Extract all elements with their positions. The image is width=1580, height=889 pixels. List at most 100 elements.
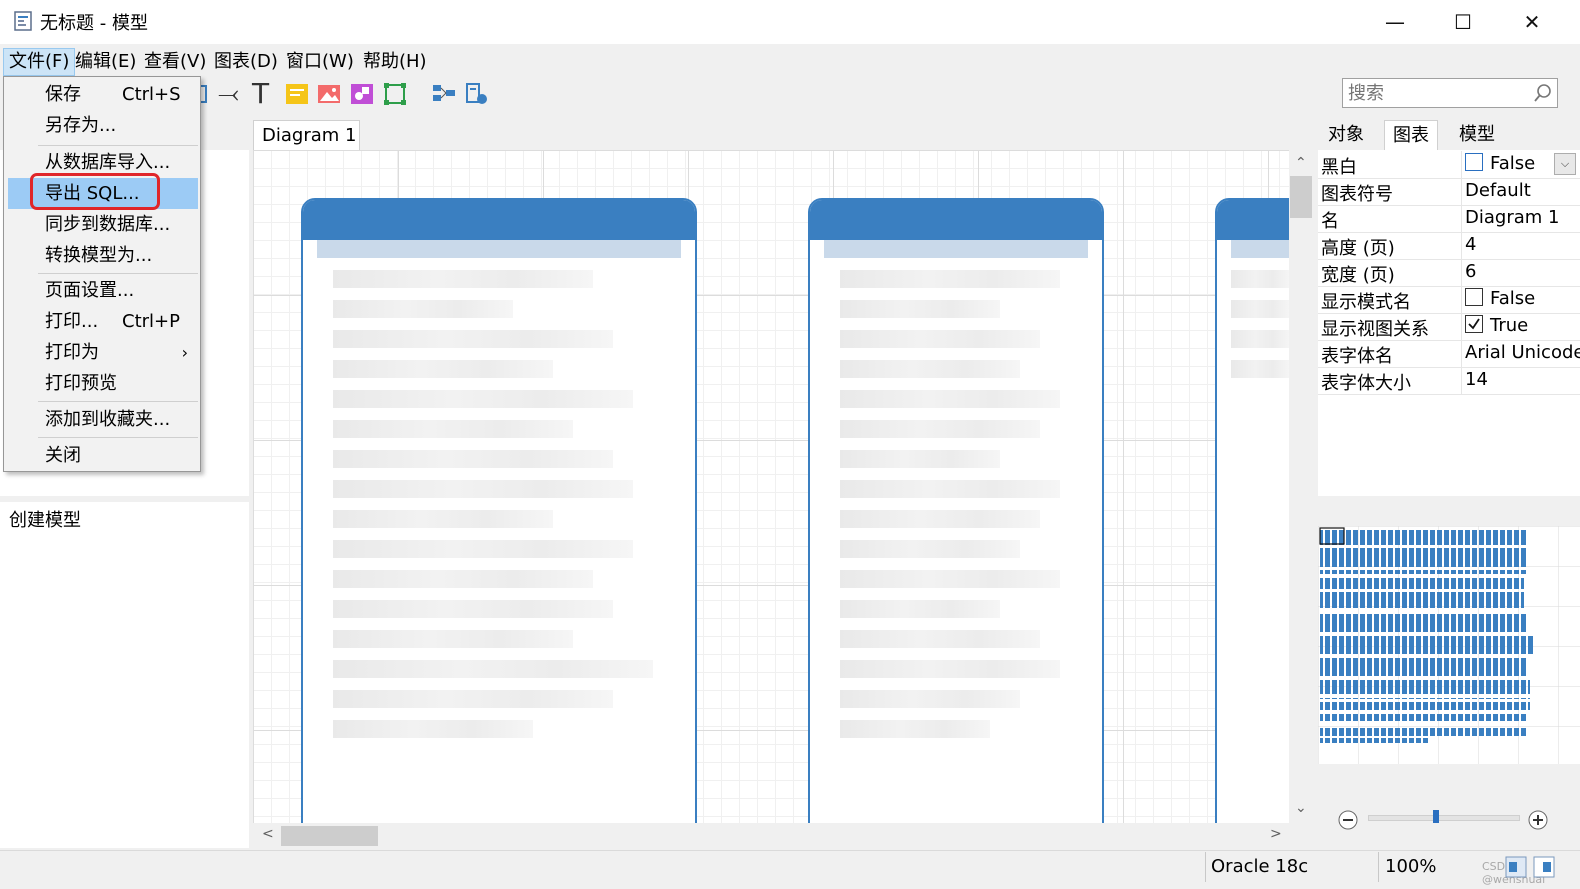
entity-card[interactable] — [301, 198, 697, 823]
menu-edit[interactable]: 编辑(E) — [70, 48, 141, 76]
menu-item-label: 转换模型为... — [45, 245, 153, 266]
image-icon[interactable] — [317, 82, 341, 106]
info-panel-label: 创建模型 — [9, 510, 81, 531]
scroll-left-icon[interactable]: < — [262, 826, 274, 842]
dropdown-icon[interactable]: ⌵ — [1554, 153, 1576, 175]
entity-field — [1231, 300, 1289, 318]
property-value: False — [1490, 153, 1536, 174]
property-row[interactable]: 高度 (页) 4 — [1318, 232, 1580, 260]
search-box[interactable] — [1342, 78, 1558, 108]
entity-field — [333, 630, 573, 648]
property-row[interactable]: 显示模式名 False — [1318, 286, 1580, 314]
menu-item-label: 打印为 — [45, 342, 99, 363]
zoom-in-icon[interactable] — [1528, 810, 1548, 830]
entity-field — [840, 450, 1000, 468]
layer-icon[interactable] — [383, 82, 407, 106]
zoom-slider-thumb[interactable] — [1433, 810, 1439, 823]
property-row[interactable]: 宽度 (页) 6 — [1318, 259, 1580, 287]
menu-item-convert-model[interactable]: 转换模型为... — [8, 240, 198, 271]
entity-field — [840, 510, 1040, 528]
auto-layout-icon[interactable] — [432, 82, 456, 106]
vertical-scrollbar[interactable] — [1289, 150, 1314, 823]
menu-item-save-as[interactable]: 另存为... — [8, 110, 198, 141]
property-row[interactable]: 名 Diagram 1 — [1318, 205, 1580, 233]
checkbox-unchecked[interactable] — [1465, 153, 1483, 171]
diagram-canvas[interactable] — [253, 150, 1289, 823]
menu-help[interactable]: 帮助(H) — [358, 48, 432, 76]
property-row[interactable]: 黑白 False ⌵ — [1318, 151, 1580, 179]
entity-field — [333, 660, 653, 678]
menu-window[interactable]: 窗口(W) — [281, 48, 359, 76]
property-value: 4 — [1465, 234, 1477, 255]
search-input[interactable] — [1346, 79, 1530, 107]
scroll-up-icon[interactable]: ⌃ — [1295, 155, 1307, 171]
submenu-arrow-icon: › — [181, 343, 188, 362]
maximize-button[interactable]: ☐ — [1428, 0, 1498, 44]
horizontal-scroll-thumb[interactable] — [281, 826, 378, 846]
tab-model[interactable]: 模型 — [1451, 120, 1503, 151]
tab-objects[interactable]: 对象 — [1320, 120, 1372, 151]
overview-minimap[interactable] — [1318, 526, 1580, 764]
property-row[interactable]: 表字体大小 14 — [1318, 367, 1580, 395]
minimize-button[interactable]: — — [1360, 0, 1430, 44]
scroll-down-icon[interactable]: ⌄ — [1295, 800, 1307, 816]
zoom-slider[interactable] — [1368, 815, 1520, 821]
entity-card[interactable] — [1215, 198, 1289, 823]
entity-field — [1231, 330, 1289, 348]
view-mode-alt-icon[interactable] — [1533, 856, 1555, 878]
menu-item-page-setup[interactable]: 页面设置... — [8, 275, 198, 306]
status-separator — [1205, 852, 1206, 882]
property-name: 宽度 (页) — [1321, 265, 1395, 286]
menu-item-print-preview[interactable]: 打印预览 — [8, 368, 198, 399]
note-icon[interactable] — [285, 82, 309, 106]
title-bar — [0, 0, 1580, 44]
minimize-icon: — — [1385, 10, 1405, 34]
menu-item-save[interactable]: 保存 Ctrl+S — [8, 79, 198, 110]
menu-item-print-as[interactable]: 打印为 › — [8, 337, 198, 368]
entity-card[interactable] — [808, 198, 1104, 823]
entity-field — [840, 570, 1060, 588]
search-icon[interactable] — [1533, 83, 1553, 103]
property-row[interactable]: 图表符号 Default — [1318, 178, 1580, 206]
view-mode-icon[interactable] — [1505, 856, 1527, 878]
zoom-out-icon[interactable] — [1338, 810, 1358, 830]
menu-item-print[interactable]: 打印... Ctrl+P — [8, 306, 198, 337]
property-row[interactable]: 表字体名 Arial Unicode MS — [1318, 340, 1580, 368]
menu-item-label: 保存 — [45, 84, 81, 105]
entity-field — [333, 360, 553, 378]
property-name: 图表符号 — [1321, 184, 1393, 205]
entity-field — [840, 270, 1060, 288]
shape-icon[interactable] — [350, 82, 374, 106]
relation-arrow-icon[interactable]: ⤙ — [218, 81, 242, 107]
checkbox-unchecked[interactable] — [1465, 288, 1483, 306]
status-database-type: Oracle 18c — [1211, 856, 1309, 877]
checkbox-checked[interactable] — [1465, 315, 1483, 333]
vertical-scroll-thumb[interactable] — [1290, 176, 1312, 218]
close-window-button[interactable]: ✕ — [1497, 0, 1567, 44]
entity-field — [333, 330, 613, 348]
entity-field — [840, 660, 1060, 678]
property-row[interactable]: 显示视图关系 True — [1318, 313, 1580, 341]
menu-item-add-to-favorites[interactable]: 添加到收藏夹... — [8, 404, 198, 435]
entity-subheader — [317, 240, 681, 258]
validate-icon[interactable] — [465, 82, 489, 106]
window-title: 无标题 - 模型 — [40, 13, 148, 34]
property-value: Diagram 1 — [1465, 207, 1560, 228]
info-panel — [0, 502, 249, 848]
menu-view[interactable]: 查看(V) — [139, 48, 211, 76]
text-icon[interactable]: T — [252, 80, 276, 108]
menu-item-label: 关闭 — [45, 445, 81, 466]
menu-diagram[interactable]: 图表(D) — [209, 48, 283, 76]
entity-field — [333, 720, 533, 738]
watermark: CSDN @wenshuai — [1482, 860, 1546, 886]
menu-separator — [38, 401, 198, 402]
scroll-right-icon[interactable]: > — [1270, 826, 1282, 842]
tab-diagram[interactable]: 图表 — [1384, 120, 1438, 151]
tab-diagram-1[interactable]: Diagram 1 — [253, 120, 360, 151]
menu-item-close[interactable]: 关闭 — [8, 440, 198, 471]
entity-field — [333, 270, 593, 288]
menu-item-sync-to-db[interactable]: 同步到数据库... — [8, 209, 198, 240]
horizontal-scrollbar[interactable] — [253, 823, 1289, 848]
property-name: 名 — [1321, 211, 1339, 232]
menu-file[interactable]: 文件(F) — [3, 48, 76, 76]
